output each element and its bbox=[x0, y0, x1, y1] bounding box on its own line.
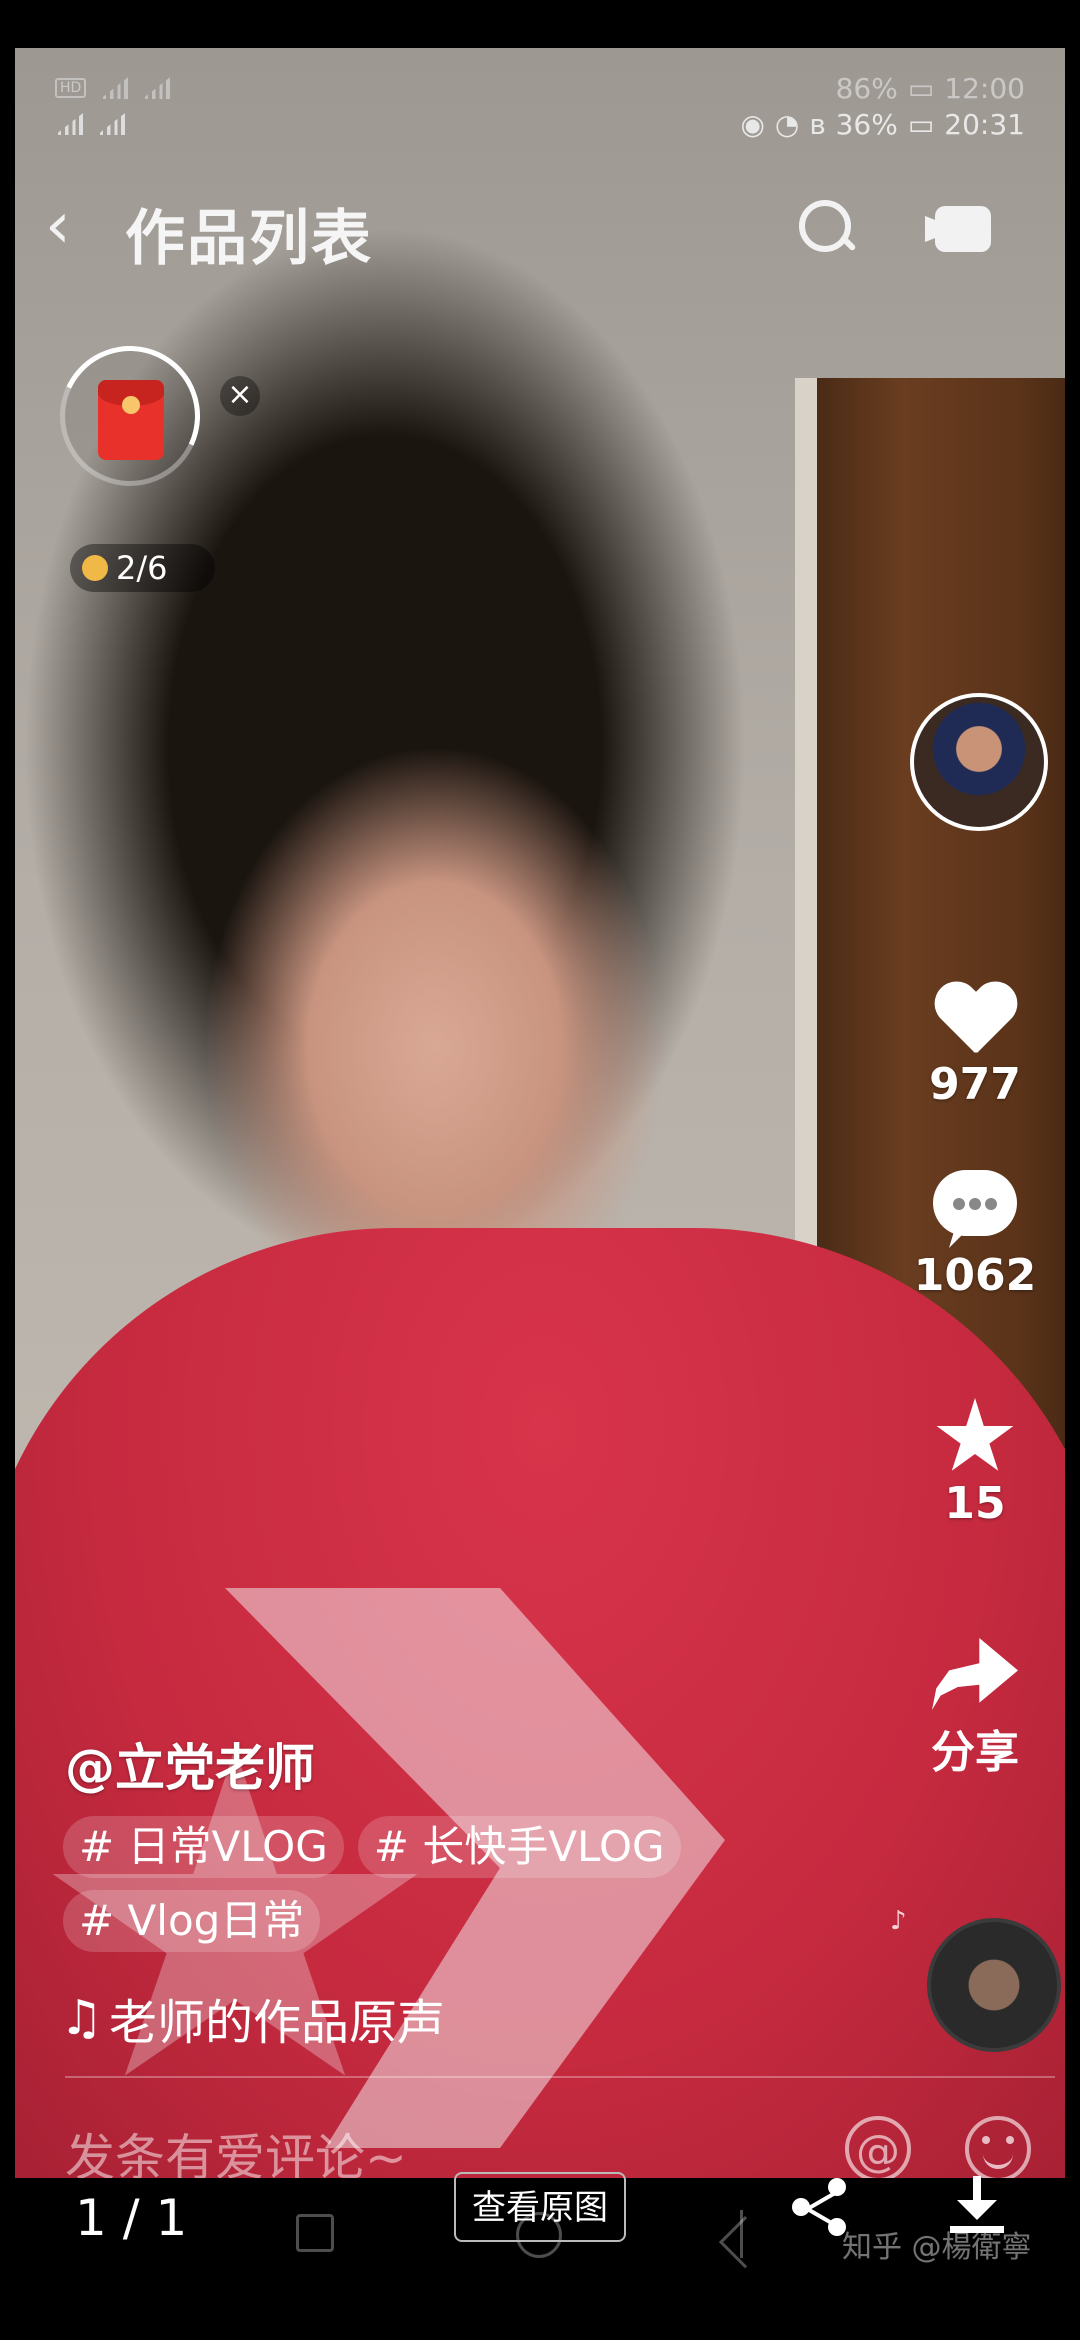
view-original-button[interactable]: 查看原图 bbox=[454, 2172, 626, 2242]
search-icon[interactable] bbox=[795, 196, 859, 260]
music-title: 老师的作品原声 bbox=[109, 1995, 446, 2051]
like-count: 977 bbox=[929, 1059, 1021, 1110]
signal-icon bbox=[55, 113, 83, 135]
wifi-icon bbox=[142, 77, 171, 99]
tag-list: # 日常VLOG # 长快手VLOG # Vlog日常 bbox=[63, 1816, 823, 1952]
hashtag[interactable]: # 日常VLOG bbox=[63, 1816, 344, 1878]
close-icon[interactable]: × bbox=[220, 376, 260, 416]
status-bar-back: HD 86% ▭ 12:00 bbox=[15, 68, 1065, 108]
red-envelope-icon bbox=[98, 380, 164, 460]
bluetooth-icon: ʙ bbox=[809, 107, 826, 141]
clock: 12:00 bbox=[944, 71, 1025, 105]
top-black-bar bbox=[0, 0, 1080, 48]
video-frame[interactable]: HD 86% ▭ 12:00 ◉ ◔ ʙ 36% ▭ 20:31 ‹ 作品列表 bbox=[15, 48, 1065, 2178]
alarm-icon: ◔ bbox=[774, 107, 800, 141]
signal-icon-2 bbox=[97, 113, 125, 135]
comment-input[interactable]: 发条有爱评论~ bbox=[65, 2118, 407, 2178]
coin-icon bbox=[82, 555, 108, 581]
share-label: 分享 bbox=[931, 1727, 1019, 1778]
comment-count: 1062 bbox=[913, 1250, 1037, 1301]
star-icon[interactable] bbox=[936, 1398, 1014, 1471]
music-note-icon: ♫ bbox=[60, 1990, 104, 2046]
divider bbox=[65, 2076, 1055, 2078]
at-mention-icon[interactable]: @ bbox=[845, 2116, 911, 2178]
hashtag[interactable]: # Vlog日常 bbox=[63, 1890, 321, 1952]
status-bar: ◉ ◔ ʙ 36% ▭ 20:31 bbox=[15, 104, 1065, 144]
video-camera-icon[interactable] bbox=[925, 206, 1005, 252]
back-chevron-icon[interactable]: ‹ bbox=[45, 186, 105, 266]
favorite-count: 15 bbox=[944, 1478, 1006, 1529]
red-packet-widget[interactable] bbox=[40, 326, 220, 506]
battery-icon: ▭ bbox=[907, 107, 935, 141]
author-avatar[interactable] bbox=[910, 693, 1048, 831]
recent-apps-icon bbox=[296, 2214, 334, 2252]
comment-icon[interactable] bbox=[933, 1170, 1017, 1250]
page-counter: 1 / 1 bbox=[75, 2189, 188, 2247]
clock: 20:31 bbox=[944, 107, 1025, 141]
music-line[interactable]: ♫ 老师的作品原声 bbox=[60, 1983, 445, 2053]
battery-percent: 36% bbox=[835, 107, 898, 141]
eye-icon: ◉ bbox=[740, 107, 765, 141]
like-action[interactable]: 977 bbox=[910, 983, 1040, 1110]
share-arrow-icon[interactable] bbox=[932, 1638, 1018, 1710]
heart-icon[interactable] bbox=[933, 983, 1017, 1059]
comment-action[interactable]: 1062 bbox=[910, 1170, 1040, 1301]
author-name[interactable]: @立党老师 bbox=[65, 1728, 315, 1800]
music-note-icon: ♪ bbox=[890, 1906, 907, 1936]
share-action[interactable]: 分享 bbox=[910, 1638, 1040, 1780]
hd-icon: HD bbox=[55, 78, 87, 98]
watermark: 知乎 @楊衛寧 bbox=[842, 2230, 1032, 2265]
emoji-icon[interactable] bbox=[965, 2116, 1031, 2178]
signal-icon bbox=[100, 77, 129, 99]
favorite-action[interactable]: 15 bbox=[910, 1398, 1040, 1529]
hashtag[interactable]: # 长快手VLOG bbox=[357, 1816, 681, 1878]
battery-icon: ▭ bbox=[907, 71, 935, 105]
music-disc[interactable] bbox=[927, 1918, 1061, 2052]
reward-progress-text: 2/6 bbox=[116, 549, 168, 587]
page-title: 作品列表 bbox=[125, 204, 373, 274]
nav-back-icon bbox=[740, 2210, 783, 2258]
battery-percent: 86% bbox=[835, 71, 898, 105]
reward-progress-badge: 2/6 bbox=[70, 544, 215, 592]
header: ‹ 作品列表 bbox=[15, 168, 1065, 288]
